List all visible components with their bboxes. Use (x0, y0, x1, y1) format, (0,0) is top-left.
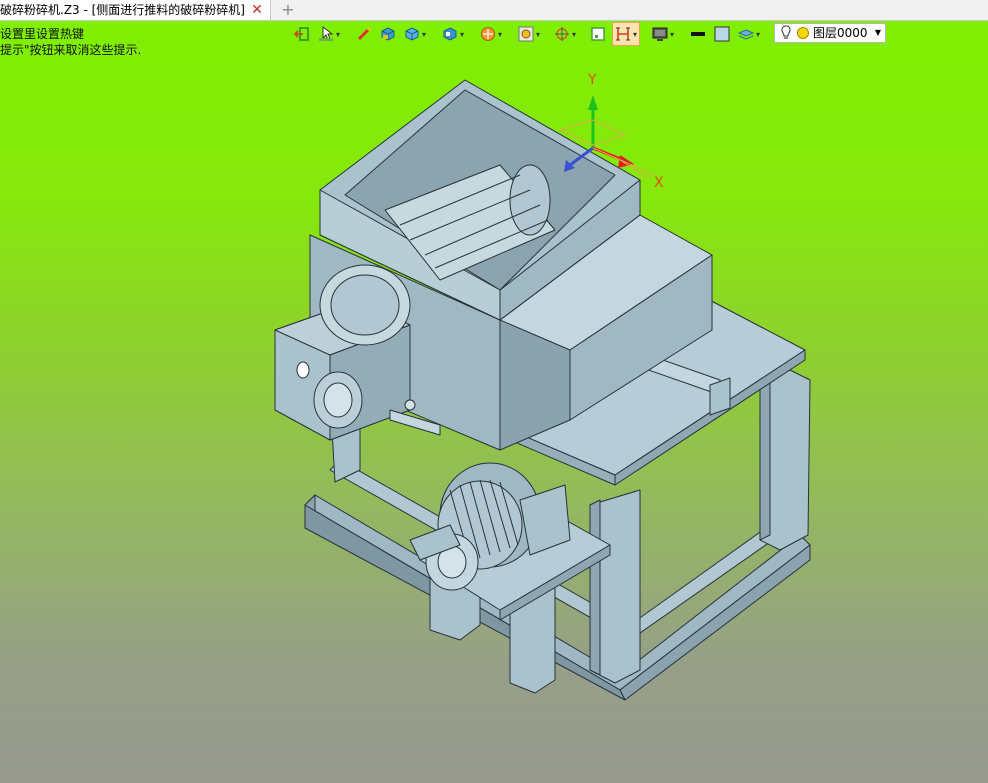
section-button[interactable]: ▾ (612, 22, 641, 46)
layer-color-dot (797, 27, 809, 39)
line-color-button[interactable] (690, 23, 706, 45)
layer-icon (738, 29, 754, 40)
axis-x-label: X (654, 175, 664, 191)
line-color-icon (691, 32, 705, 36)
tab-bar: 破碎粉碎机.Z3 - [侧面进行推料的破碎粉碎机] ✕ + (0, 0, 988, 21)
pick-icon (357, 26, 372, 41)
layer-value: 图层0000 (813, 26, 868, 40)
crusher-model (274, 79, 811, 701)
orient-button[interactable]: ▾ (554, 23, 576, 45)
display-button[interactable]: ▾ (652, 23, 674, 45)
document-tab-title: 破碎粉碎机.Z3 - [侧面进行推料的破碎粉碎机] (0, 3, 245, 17)
axis-triad (558, 95, 656, 179)
cube-icon (405, 27, 419, 41)
orient-icon (555, 27, 569, 41)
exit-button[interactable] (294, 23, 310, 45)
face-color-button[interactable] (714, 23, 730, 45)
pick-button[interactable] (356, 23, 372, 45)
view-cube-icon (443, 27, 457, 41)
axis-y-label: Y (588, 72, 597, 88)
document-tab[interactable]: 破碎粉碎机.Z3 - [侧面进行推料的破碎粉碎机] ✕ (0, 0, 271, 20)
solid-icon (381, 27, 395, 41)
frame-button[interactable] (590, 23, 606, 45)
chevron-down-icon: ▼ (874, 28, 881, 37)
frame-icon (591, 27, 605, 41)
face-color-icon (714, 26, 730, 42)
exit-icon (294, 27, 309, 41)
zoom-button[interactable]: ▾ (518, 23, 540, 45)
hint-text-1: 设置里设置热键 (0, 27, 85, 41)
display-icon (652, 27, 668, 41)
select-filter-icon (319, 26, 334, 41)
plus-icon[interactable]: + (278, 0, 298, 20)
layer-select[interactable]: 图层0000 ▼ (774, 23, 886, 43)
render-mode-icon (481, 27, 495, 41)
model-viewport[interactable] (0, 0, 988, 783)
close-icon[interactable]: ✕ (247, 0, 267, 20)
layer-button[interactable]: ▾ (738, 23, 760, 45)
lightbulb-icon (781, 25, 791, 39)
zoom-icon (518, 26, 534, 42)
render-mode-button[interactable]: ▾ (480, 23, 502, 45)
hint-text-2: 提示"按钮来取消这些提示. (0, 43, 142, 57)
select-filter-button[interactable]: ▾ (318, 23, 340, 45)
section-icon (616, 27, 630, 41)
solid-button[interactable] (380, 23, 396, 45)
cube-button[interactable]: ▾ (404, 23, 426, 45)
view-cube-button[interactable]: ▾ (442, 23, 464, 45)
